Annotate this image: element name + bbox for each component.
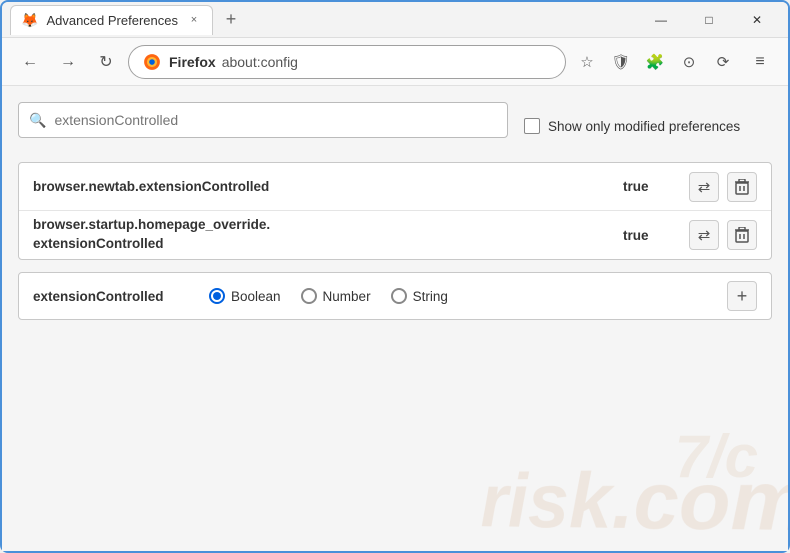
new-preference-row: extensionControlled Boolean Number Strin… [18,272,772,320]
preferences-table: browser.newtab.extensionControlled true … [18,162,772,260]
search-icon: 🔍 [29,112,46,129]
search-row: 🔍 extensionControlled Show only modified… [18,102,772,150]
extension-icon[interactable]: 🧩 [640,47,670,77]
show-modified-label: Show only modified preferences [548,119,740,134]
title-bar: 🦊 Advanced Preferences × + — □ ✕ [2,2,788,38]
radio-string-outer [391,288,407,304]
search-input[interactable]: extensionControlled [54,112,497,128]
address-bar[interactable]: Firefox about:config [128,45,566,79]
pref-actions-1: ⇄ [689,172,757,202]
delete-icon [735,179,749,195]
radio-string-label: String [413,289,448,304]
reset-button-1[interactable]: ⇄ [689,172,719,202]
pref-value-2: true [623,228,673,243]
reload-button[interactable]: ↻ [90,46,122,78]
address-path: about:config [222,54,298,70]
radio-boolean-inner [213,292,221,300]
browser-tab[interactable]: 🦊 Advanced Preferences × [10,5,213,35]
reset-button-2[interactable]: ⇄ [689,220,719,250]
tab-title: Advanced Preferences [46,13,178,28]
forward-button[interactable]: → [52,46,84,78]
address-text: Firefox about:config [169,54,298,70]
close-button[interactable]: ✕ [734,5,780,35]
back-button[interactable]: ← [14,46,46,78]
table-row: browser.newtab.extensionControlled true … [19,163,771,211]
window-controls: — □ ✕ [638,5,780,35]
download-icon[interactable]: ⊙ [674,47,704,77]
new-pref-name: extensionControlled [33,289,193,304]
radio-boolean[interactable]: Boolean [209,288,281,304]
pref-actions-2: ⇄ [689,220,757,250]
tab-close-button[interactable]: × [186,12,202,28]
new-tab-button[interactable]: + [217,6,245,34]
table-row: browser.startup.homepage_override. exten… [19,211,771,259]
pref-value-1: true [623,179,673,194]
maximize-button[interactable]: □ [686,5,732,35]
address-site: Firefox [169,54,216,70]
sync-icon[interactable]: ⟳ [708,47,738,77]
firefox-logo-icon [143,53,161,71]
nav-icon-group: ☆ 🛡 🧩 ⊙ ⟳ [572,47,738,77]
bookmark-icon[interactable]: ☆ [572,47,602,77]
radio-group: Boolean Number String [209,288,711,304]
menu-button[interactable]: ≡ [744,46,776,78]
delete-icon [735,227,749,243]
tab-firefox-icon: 🦊 [21,12,38,29]
delete-button-1[interactable] [727,172,757,202]
pref-name-1: browser.newtab.extensionControlled [33,178,607,196]
show-modified-checkbox[interactable] [524,118,540,134]
shield-icon[interactable]: 🛡 [606,47,636,77]
delete-button-2[interactable] [727,220,757,250]
show-modified-option[interactable]: Show only modified preferences [524,118,740,134]
radio-number[interactable]: Number [301,288,371,304]
content-area: risk.com 7/c 🔍 extensionControlled Show … [2,86,788,551]
navigation-bar: ← → ↻ Firefox about:config ☆ 🛡 🧩 ⊙ ⟳ ≡ [2,38,788,86]
add-preference-button[interactable]: + [727,281,757,311]
radio-string[interactable]: String [391,288,448,304]
pref-name-2: browser.startup.homepage_override. exten… [33,216,607,254]
radio-boolean-label: Boolean [231,289,281,304]
search-bar[interactable]: 🔍 extensionControlled [18,102,508,138]
radio-number-outer [301,288,317,304]
minimize-button[interactable]: — [638,5,684,35]
radio-boolean-outer [209,288,225,304]
radio-number-label: Number [323,289,371,304]
